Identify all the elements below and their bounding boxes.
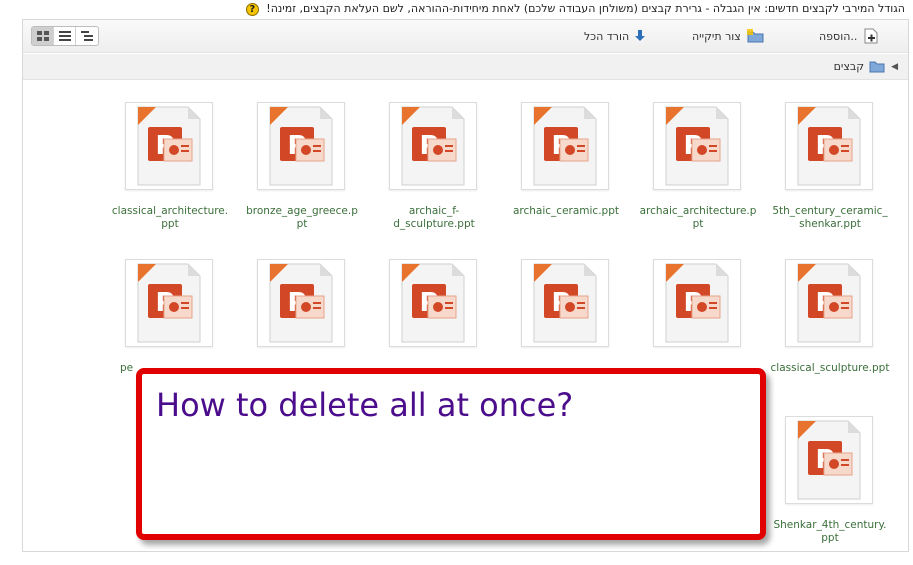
add-file-icon [864, 28, 878, 44]
file-thumbnail[interactable]: P [389, 102, 477, 190]
file-thumbnail[interactable]: P [785, 102, 873, 190]
add-file-button[interactable]: הוספה.. [819, 28, 879, 44]
add-file-label: הוספה.. [819, 29, 858, 43]
file-manager-toolbar: הורד הכל צור תיקייה הוספה.. [23, 20, 908, 53]
question-callout: How to delete all at once? [136, 368, 766, 540]
file-thumbnail[interactable]: P [257, 259, 345, 347]
file-thumbnail[interactable]: P [389, 259, 477, 347]
new-folder-icon [746, 29, 764, 43]
grid-icon [36, 31, 49, 41]
file-name[interactable]: archaic_f- d_sculpture.ppt [370, 205, 498, 230]
file-thumbnail[interactable]: P [785, 416, 873, 504]
file-thumbnail[interactable]: P [257, 102, 345, 190]
file-name[interactable]: classical_sculpture.ppt [766, 362, 894, 375]
powerpoint-file-icon: P [269, 106, 333, 186]
breadcrumb-root[interactable]: קבצים ◀ [834, 60, 898, 73]
download-all-label: הורד הכל [584, 29, 630, 43]
powerpoint-file-icon: P [401, 106, 465, 186]
file-name[interactable]: classical_architecture. ppt [106, 205, 234, 230]
powerpoint-file-icon: P [137, 263, 201, 343]
file-name[interactable]: Shenkar_4th_century. ppt [766, 519, 894, 544]
icons-view-button[interactable] [32, 27, 54, 45]
max-file-size-text: הגודל המירבי לקבצים חדשים: אין הגבלה - ג… [266, 2, 905, 15]
powerpoint-file-icon: P [797, 263, 861, 343]
file-name[interactable]: archaic_architecture.p pt [634, 205, 762, 230]
breadcrumb-label: קבצים [833, 60, 865, 73]
download-all-button[interactable]: הורד הכל [584, 28, 646, 44]
list-icon [58, 31, 71, 41]
file-thumbnail[interactable]: P [785, 259, 873, 347]
list-view-button[interactable] [54, 27, 76, 45]
download-arrow-icon [635, 30, 646, 41]
file-name[interactable]: bronze_age_greece.p pt [238, 205, 366, 230]
file-thumbnail[interactable]: P [653, 102, 741, 190]
create-folder-button[interactable]: צור תיקייה [692, 28, 765, 44]
max-file-size-note: הגודל המירבי לקבצים חדשים: אין הגבלה - ג… [20, 0, 905, 17]
folder-icon [869, 61, 885, 73]
powerpoint-file-icon: P [797, 420, 861, 500]
tree-icon [81, 31, 93, 41]
file-thumbnail[interactable]: P [521, 259, 609, 347]
powerpoint-file-icon: P [797, 106, 861, 186]
help-icon[interactable]: ? [245, 2, 259, 16]
powerpoint-file-icon: P [665, 263, 729, 343]
callout-text: How to delete all at once? [156, 386, 574, 424]
file-thumbnail[interactable]: P [125, 259, 213, 347]
tree-view-button[interactable] [76, 27, 98, 45]
powerpoint-file-icon: P [401, 263, 465, 343]
powerpoint-file-icon: P [665, 106, 729, 186]
powerpoint-file-icon: P [269, 263, 333, 343]
file-name[interactable]: archaic_ceramic.ppt [502, 205, 630, 218]
collapse-arrow-icon[interactable]: ◀ [891, 62, 898, 72]
file-thumbnail[interactable]: P [125, 102, 213, 190]
view-mode-toggle [31, 26, 99, 46]
powerpoint-file-icon: P [533, 263, 597, 343]
powerpoint-file-icon: P [533, 106, 597, 186]
file-thumbnail[interactable]: P [521, 102, 609, 190]
file-name[interactable]: 5th_century_ceramic_ shenkar.ppt [766, 205, 894, 230]
create-folder-label: צור תיקייה [692, 29, 741, 43]
powerpoint-file-icon: P [137, 106, 201, 186]
breadcrumb: קבצים ◀ [23, 54, 908, 80]
file-thumbnail[interactable]: P [653, 259, 741, 347]
